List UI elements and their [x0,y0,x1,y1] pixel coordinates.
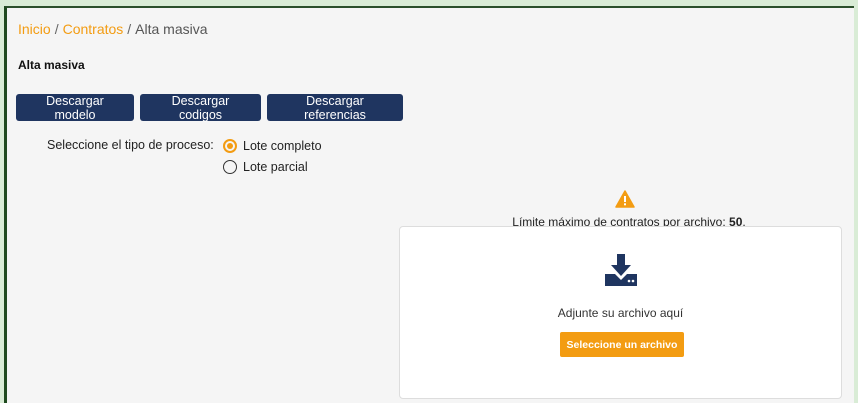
select-file-button[interactable]: Seleccione un archivo [560,332,684,357]
breadcrumb-separator: / [127,21,132,37]
upload-dropzone[interactable]: Adjunte su archivo aquí Seleccione un ar… [399,226,842,399]
radio-lote-parcial[interactable]: Lote parcial [223,160,308,174]
process-type-label: Seleccione el tipo de proceso: [47,138,214,152]
breadcrumb-separator: / [54,21,59,37]
breadcrumb-home-link[interactable]: Inicio [18,21,51,37]
main-panel: Inicio / Contratos / Alta masiva Alta masiva… [4,6,854,403]
attach-text: Adjunte su archivo aquí [557,306,684,320]
radio-label: Lote completo [243,139,322,153]
breadcrumb: Inicio / Contratos / Alta masiva [18,21,208,37]
warning-icon [615,190,635,208]
download-references-button[interactable]: Descargar referencias [267,94,403,122]
breadcrumb-current: Alta masiva [135,21,208,37]
radio-label: Lote parcial [243,160,308,174]
page-title: Alta masiva [18,58,85,72]
download-codes-button[interactable]: Descargar codigos [140,94,261,122]
radio-lote-completo[interactable]: Lote completo [223,139,322,153]
download-icon [605,254,637,286]
download-model-button[interactable]: Descargar modelo [16,94,134,122]
radio-unchecked-icon[interactable] [223,160,237,174]
radio-checked-icon[interactable] [223,139,237,153]
breadcrumb-contracts-link[interactable]: Contratos [63,21,124,37]
